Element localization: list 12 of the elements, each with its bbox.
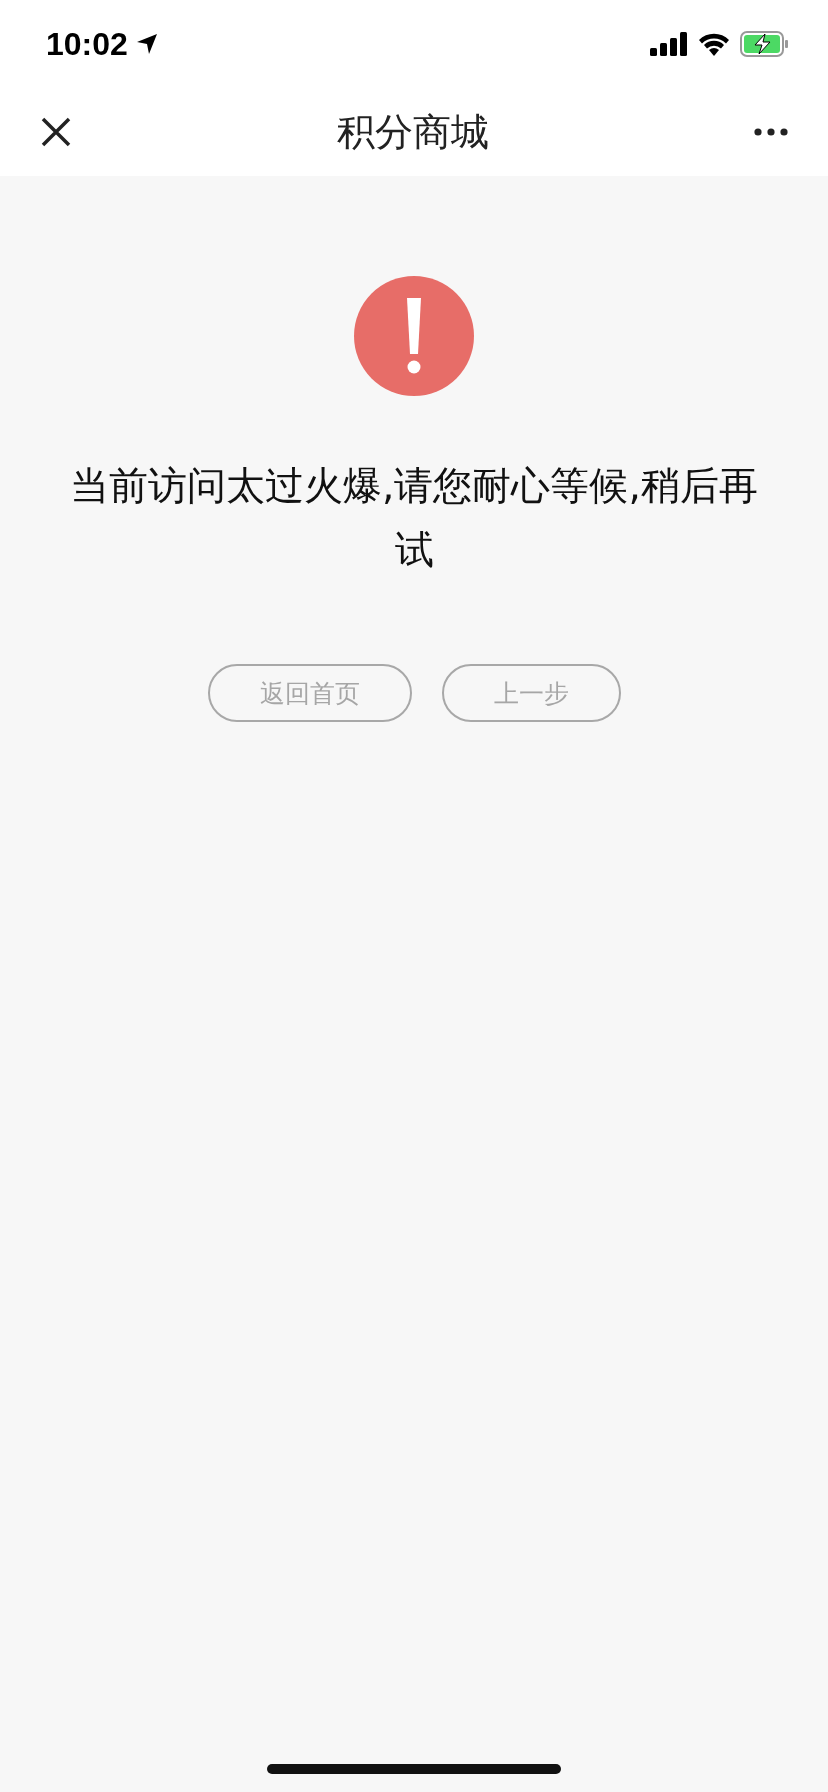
action-button[interactable]: 上一步 (441, 664, 621, 722)
status-time: 10:02 (46, 25, 128, 63)
exclamation-icon (354, 276, 474, 396)
more-icon[interactable] (754, 128, 788, 136)
location-arrow-icon (135, 33, 158, 55)
error-message: 当前访问太过火爆,请您耐心等候,稍后再试 (69, 462, 759, 574)
close-icon[interactable] (40, 116, 72, 148)
page-title: 积分商城 (337, 108, 489, 156)
signal-icon (650, 32, 688, 56)
action-button[interactable]: 返回首页 (207, 664, 412, 722)
battery-charging-icon (740, 31, 790, 57)
wifi-icon (698, 32, 730, 56)
